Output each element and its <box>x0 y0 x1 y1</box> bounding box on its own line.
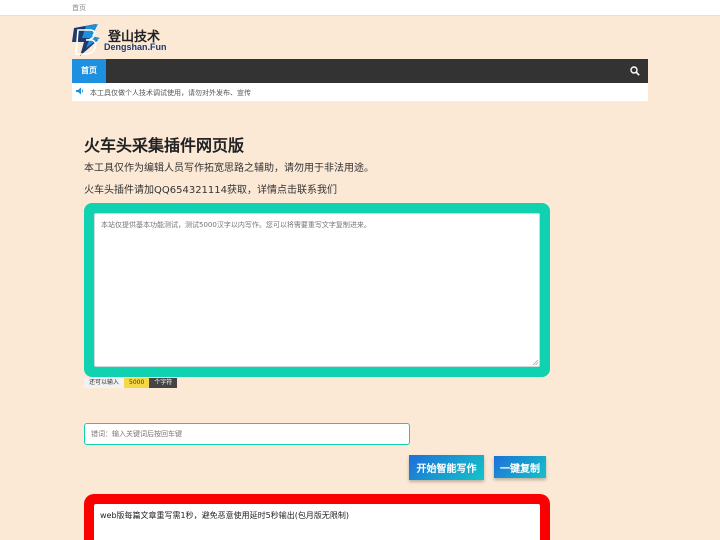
keyword-input[interactable] <box>84 423 410 445</box>
nav-item-home[interactable]: 首页 <box>72 59 106 83</box>
logo-subtitle: Dengshan.Fun <box>104 42 167 52</box>
search-icon[interactable] <box>630 66 640 76</box>
counter-suffix: 个字符 <box>149 378 178 388</box>
logo-mark-icon <box>72 24 100 56</box>
char-counter: 还可以输入 5000 个字符 <box>84 378 178 388</box>
counter-remaining: 5000 <box>124 378 150 388</box>
speaker-icon <box>76 87 84 95</box>
resize-grip-icon[interactable] <box>532 359 538 365</box>
source-text-input[interactable] <box>94 213 540 367</box>
page-description: 本工具仅作为编辑人员写作拓宽思路之辅助，请勿用于非法用途。 <box>84 163 374 174</box>
main-nav: 首页 <box>72 59 648 83</box>
site-logo[interactable]: 登山技术 Dengshan.Fun <box>72 24 182 56</box>
contact-description[interactable]: 火车头插件请加QQ654321114获取，详情点击联系我们 <box>84 181 337 196</box>
notice-bar: 本工具仅做个人技术调试使用，请勿对外发布、宣传 <box>72 83 648 102</box>
copy-button[interactable]: 一键复制 <box>494 456 546 478</box>
top-bar: 首页 <box>0 0 720 16</box>
output-frame: web版每篇文章重写需1秒，避免恶意使用延时5秒输出(包月版无限制) <box>84 494 550 540</box>
top-home-link[interactable]: 首页 <box>72 3 86 13</box>
page-title: 火车头采集插件网页版 <box>84 136 245 155</box>
notice-text: 本工具仅做个人技术调试使用，请勿对外发布、宣传 <box>90 89 251 97</box>
editor-frame <box>84 203 550 377</box>
start-writing-button[interactable]: 开始智能写作 <box>409 455 484 480</box>
counter-prefix: 还可以输入 <box>84 378 125 388</box>
output-text: web版每篇文章重写需1秒，避免恶意使用延时5秒输出(包月版无限制) <box>100 511 349 520</box>
output-box[interactable]: web版每篇文章重写需1秒，避免恶意使用延时5秒输出(包月版无限制) <box>94 504 540 540</box>
